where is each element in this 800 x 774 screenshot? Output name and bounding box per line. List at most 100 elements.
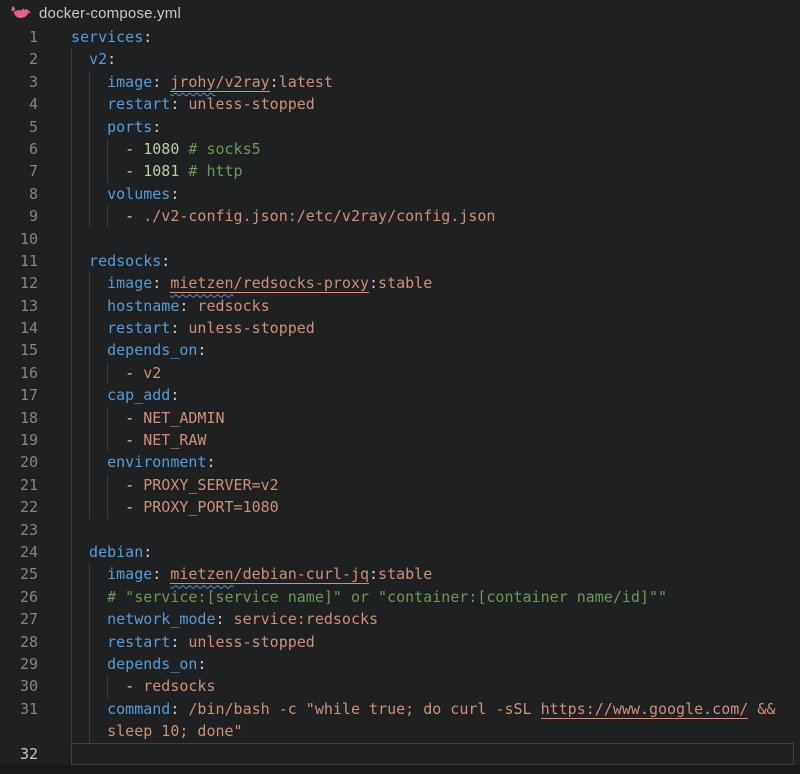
token-k: command (107, 700, 170, 718)
line-number: 11 (0, 250, 38, 272)
token-p: - (125, 431, 143, 449)
token-l: /debian-curl-jq (234, 565, 369, 584)
code-row[interactable]: 25 image: mietzen/debian-curl-jq:stable (0, 563, 800, 585)
code-line[interactable]: - redsocks (71, 675, 794, 697)
token-p: : (170, 95, 188, 113)
line-number: 30 (0, 675, 38, 697)
code-row[interactable]: 11 redsocks: (0, 250, 800, 272)
code-row[interactable]: 17cap_add: (0, 384, 800, 406)
code-row[interactable]: 6- 1080 # socks5 (0, 138, 800, 160)
code-row[interactable]: 7 - 1081 # http (0, 160, 800, 182)
code-line[interactable]: cap_add: (71, 384, 794, 406)
code-text: - PROXY_PORT=1080 (71, 496, 279, 518)
code-line[interactable]: - v2 (71, 362, 794, 384)
token-l: /v2ray (215, 73, 269, 92)
code-row[interactable]: 19- NET_RAW (0, 429, 800, 451)
code-editor[interactable]: 1services:2v2:3image: jrohy/v2ray:latest… (0, 26, 800, 765)
code-line[interactable]: # "service:[service name]" or "container… (71, 586, 794, 608)
line-number: 7 (0, 160, 38, 182)
code-row[interactable]: 4restart: unless-stopped (0, 93, 800, 115)
code-line[interactable]: image: mietzen/redsocks-proxy:stable (71, 272, 794, 294)
token-v: redsocks (143, 677, 215, 695)
code-line[interactable]: redsocks: (71, 250, 794, 272)
code-line[interactable] (71, 743, 794, 765)
code-row[interactable]: 3image: jrohy/v2ray:latest (0, 71, 800, 93)
code-text: command: /bin/bash -c "while true; do cu… (71, 698, 775, 720)
token-c: # "service:[service name]" or "container… (107, 588, 667, 606)
code-line[interactable]: restart: unless-stopped (71, 93, 794, 115)
code-row[interactable]: 31command: /bin/bash -c "while true; do … (0, 698, 800, 720)
token-p: - (125, 162, 143, 180)
code-row[interactable]: 13hostname: redsocks (0, 295, 800, 317)
token-k: v2 (89, 50, 107, 68)
code-line[interactable]: hostname: redsocks (71, 295, 794, 317)
code-line[interactable]: image: mietzen/debian-curl-jq:stable (71, 563, 794, 585)
code-line[interactable]: restart: unless-stopped (71, 631, 794, 653)
code-line[interactable]: sleep 10; done" (71, 720, 794, 742)
code-line[interactable]: depends_on: (71, 339, 794, 361)
code-text: - 1081 # http (71, 160, 243, 182)
code-line[interactable] (71, 519, 794, 541)
code-line[interactable]: - 1080 # socks5 (71, 138, 794, 160)
code-line[interactable]: - NET_ADMIN (71, 407, 794, 429)
indent-guide (71, 519, 72, 541)
code-row[interactable]: 27network_mode: service:redsocks (0, 608, 800, 630)
code-row[interactable]: 29depends_on: (0, 653, 800, 675)
code-line[interactable]: depends_on: (71, 653, 794, 675)
editor-rows: 1services:2v2:3image: jrohy/v2ray:latest… (0, 26, 800, 765)
code-row[interactable]: 10 (0, 228, 800, 250)
token-p: - (125, 409, 143, 427)
code-row[interactable]: 9- ./v2-config.json:/etc/v2ray/config.js… (0, 205, 800, 227)
code-line[interactable]: - ./v2-config.json:/etc/v2ray/config.jso… (71, 205, 794, 227)
token-p: : (270, 73, 279, 91)
code-text: image: mietzen/redsocks-proxy:stable (71, 272, 432, 294)
code-row[interactable]: 1services: (0, 26, 800, 48)
code-line[interactable]: - PROXY_SERVER=v2 (71, 474, 794, 496)
code-line[interactable]: restart: unless-stopped (71, 317, 794, 339)
code-row[interactable]: 5ports: (0, 116, 800, 138)
code-row[interactable]: sleep 10; done" (0, 720, 800, 742)
token-l: /redsocks-proxy (234, 274, 369, 293)
code-row[interactable]: 15depends_on: (0, 339, 800, 361)
code-line[interactable]: debian: (71, 541, 794, 563)
code-text: redsocks: (71, 250, 170, 272)
line-number: 25 (0, 563, 38, 585)
code-line[interactable]: command: /bin/bash -c "while true; do cu… (71, 698, 794, 720)
code-row[interactable]: 23 (0, 519, 800, 541)
code-row[interactable]: 30 - redsocks (0, 675, 800, 697)
code-line[interactable]: - NET_RAW (71, 429, 794, 451)
code-row[interactable]: 20environment: (0, 451, 800, 473)
code-row[interactable]: 16- v2 (0, 362, 800, 384)
code-row[interactable]: 12image: mietzen/redsocks-proxy:stable (0, 272, 800, 294)
code-line[interactable] (71, 228, 794, 250)
code-text: restart: unless-stopped (71, 631, 315, 653)
token-p: : (170, 319, 188, 337)
code-row-current[interactable]: 32 (0, 743, 800, 765)
code-line[interactable]: - PROXY_PORT=1080 (71, 496, 794, 518)
token-k: services (71, 28, 143, 46)
token-p: : (179, 297, 197, 315)
code-row[interactable]: 28restart: unless-stopped (0, 631, 800, 653)
token-p: : (152, 274, 170, 292)
code-row[interactable]: 18- NET_ADMIN (0, 407, 800, 429)
code-line[interactable]: v2: (71, 48, 794, 70)
code-line[interactable]: ports: (71, 116, 794, 138)
code-row[interactable]: 21- PROXY_SERVER=v2 (0, 474, 800, 496)
code-line[interactable]: network_mode: service:redsocks (71, 608, 794, 630)
code-row[interactable]: 26# "service:[service name]" or "contain… (0, 586, 800, 608)
code-row[interactable]: 14restart: unless-stopped (0, 317, 800, 339)
code-line[interactable]: volumes: (71, 183, 794, 205)
code-line[interactable]: services: (71, 26, 794, 48)
code-line[interactable]: - 1081 # http (71, 160, 794, 182)
line-number: 8 (0, 183, 38, 205)
code-row[interactable]: 8 volumes: (0, 183, 800, 205)
code-text: - v2 (71, 362, 161, 384)
code-row[interactable]: 24debian: (0, 541, 800, 563)
code-row[interactable]: 2v2: (0, 48, 800, 70)
code-text: - PROXY_SERVER=v2 (71, 474, 279, 496)
code-row[interactable]: 22- PROXY_PORT=1080 (0, 496, 800, 518)
line-number (0, 720, 38, 742)
code-line[interactable]: image: jrohy/v2ray:latest (71, 71, 794, 93)
token-k: volumes (107, 185, 170, 203)
code-line[interactable]: environment: (71, 451, 794, 473)
